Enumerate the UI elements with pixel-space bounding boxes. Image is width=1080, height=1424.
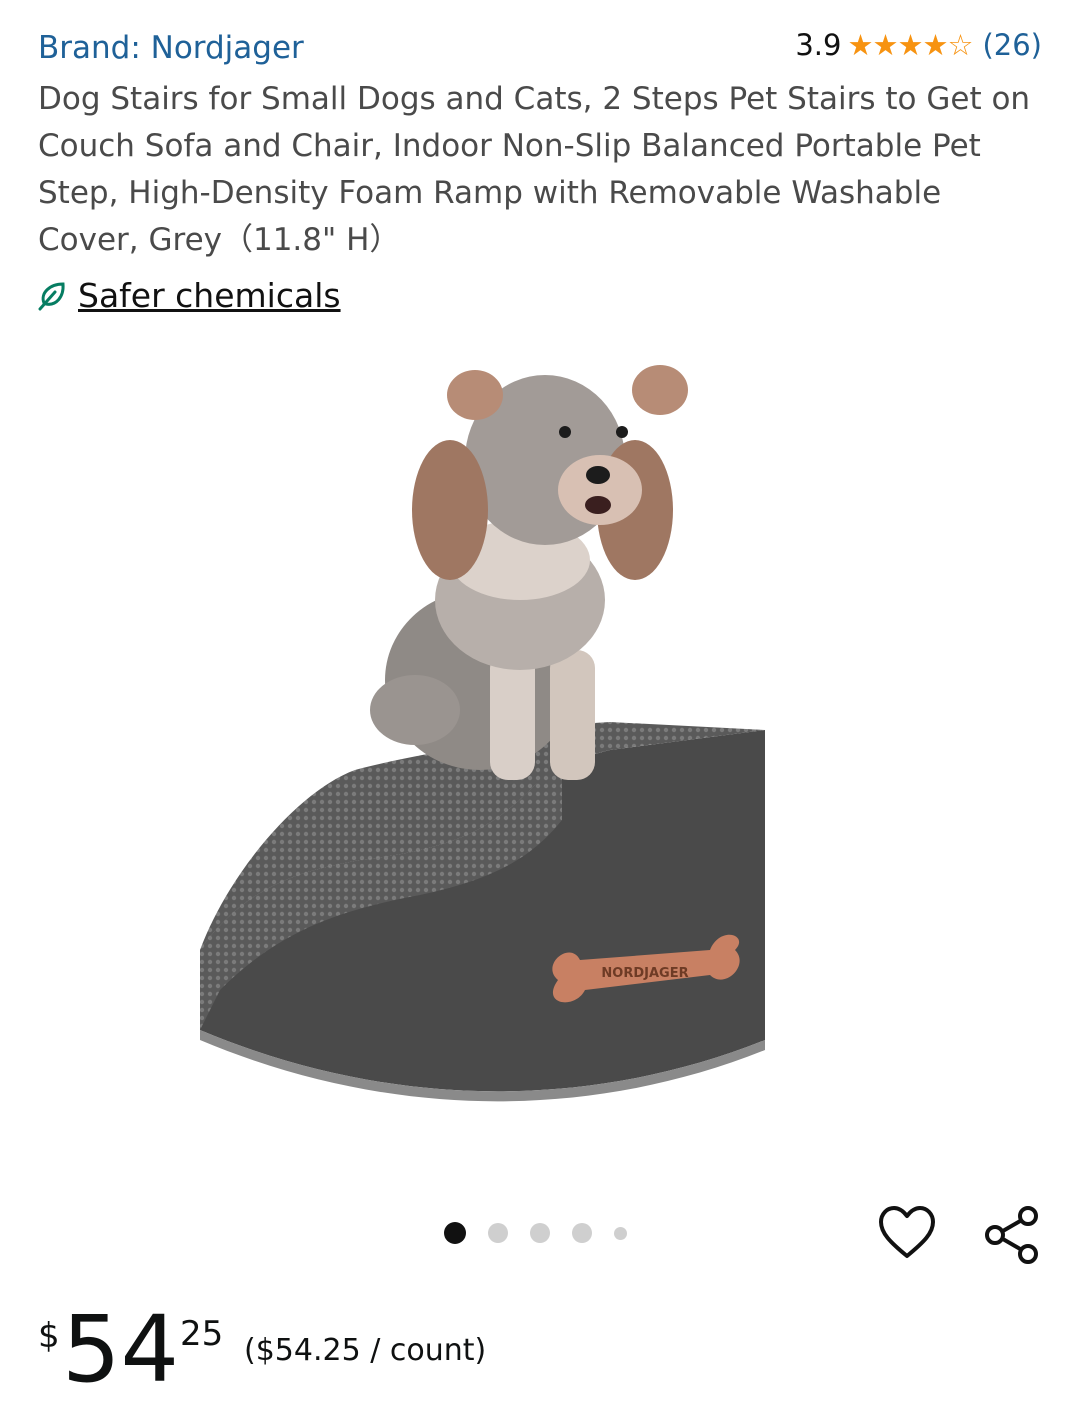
price-whole: 54 xyxy=(62,1296,180,1403)
carousel-dot[interactable] xyxy=(572,1223,592,1243)
brand-link[interactable]: Brand: Nordjager xyxy=(38,30,304,66)
star-icon: ★ xyxy=(872,28,898,62)
carousel-dot[interactable] xyxy=(444,1222,466,1244)
rating-value: 3.9 xyxy=(795,28,842,62)
safer-chemicals-badge[interactable]: Safer chemicals xyxy=(38,276,341,315)
leaf-icon xyxy=(38,281,65,310)
star-icon: ★ xyxy=(897,28,923,62)
carousel-dot[interactable] xyxy=(488,1223,508,1243)
share-icon xyxy=(985,1206,1038,1264)
price-fraction: 25 xyxy=(180,1314,224,1354)
heart-icon xyxy=(879,1206,935,1258)
unit-price: ($54.25 / count) xyxy=(244,1333,487,1368)
rating-summary[interactable]: 3.9 ★ ★ ★ ★ ☆ (26) xyxy=(795,28,1042,62)
star-icon: ★ xyxy=(847,28,873,62)
star-icon: ★ xyxy=(922,28,948,62)
carousel-indicator[interactable] xyxy=(444,1222,649,1244)
share-button[interactable] xyxy=(982,1204,1042,1266)
price-symbol: $ xyxy=(38,1316,60,1356)
rating-count-link[interactable]: (26) xyxy=(982,28,1042,62)
logo-text: NORDJAGER xyxy=(601,966,688,981)
carousel-dot[interactable] xyxy=(614,1226,627,1240)
safer-chemicals-link[interactable]: Safer chemicals xyxy=(78,276,341,315)
dog-figure xyxy=(370,365,688,780)
wishlist-button[interactable] xyxy=(878,1204,936,1262)
product-title: Dog Stairs for Small Dogs and Cats, 2 St… xyxy=(38,81,1031,258)
star-rating: ★ ★ ★ ★ ☆ xyxy=(847,28,973,62)
carousel-dot[interactable] xyxy=(530,1223,550,1243)
star-empty-icon: ☆ xyxy=(947,28,973,62)
product-image[interactable]: NORDJAGER xyxy=(190,350,890,1130)
